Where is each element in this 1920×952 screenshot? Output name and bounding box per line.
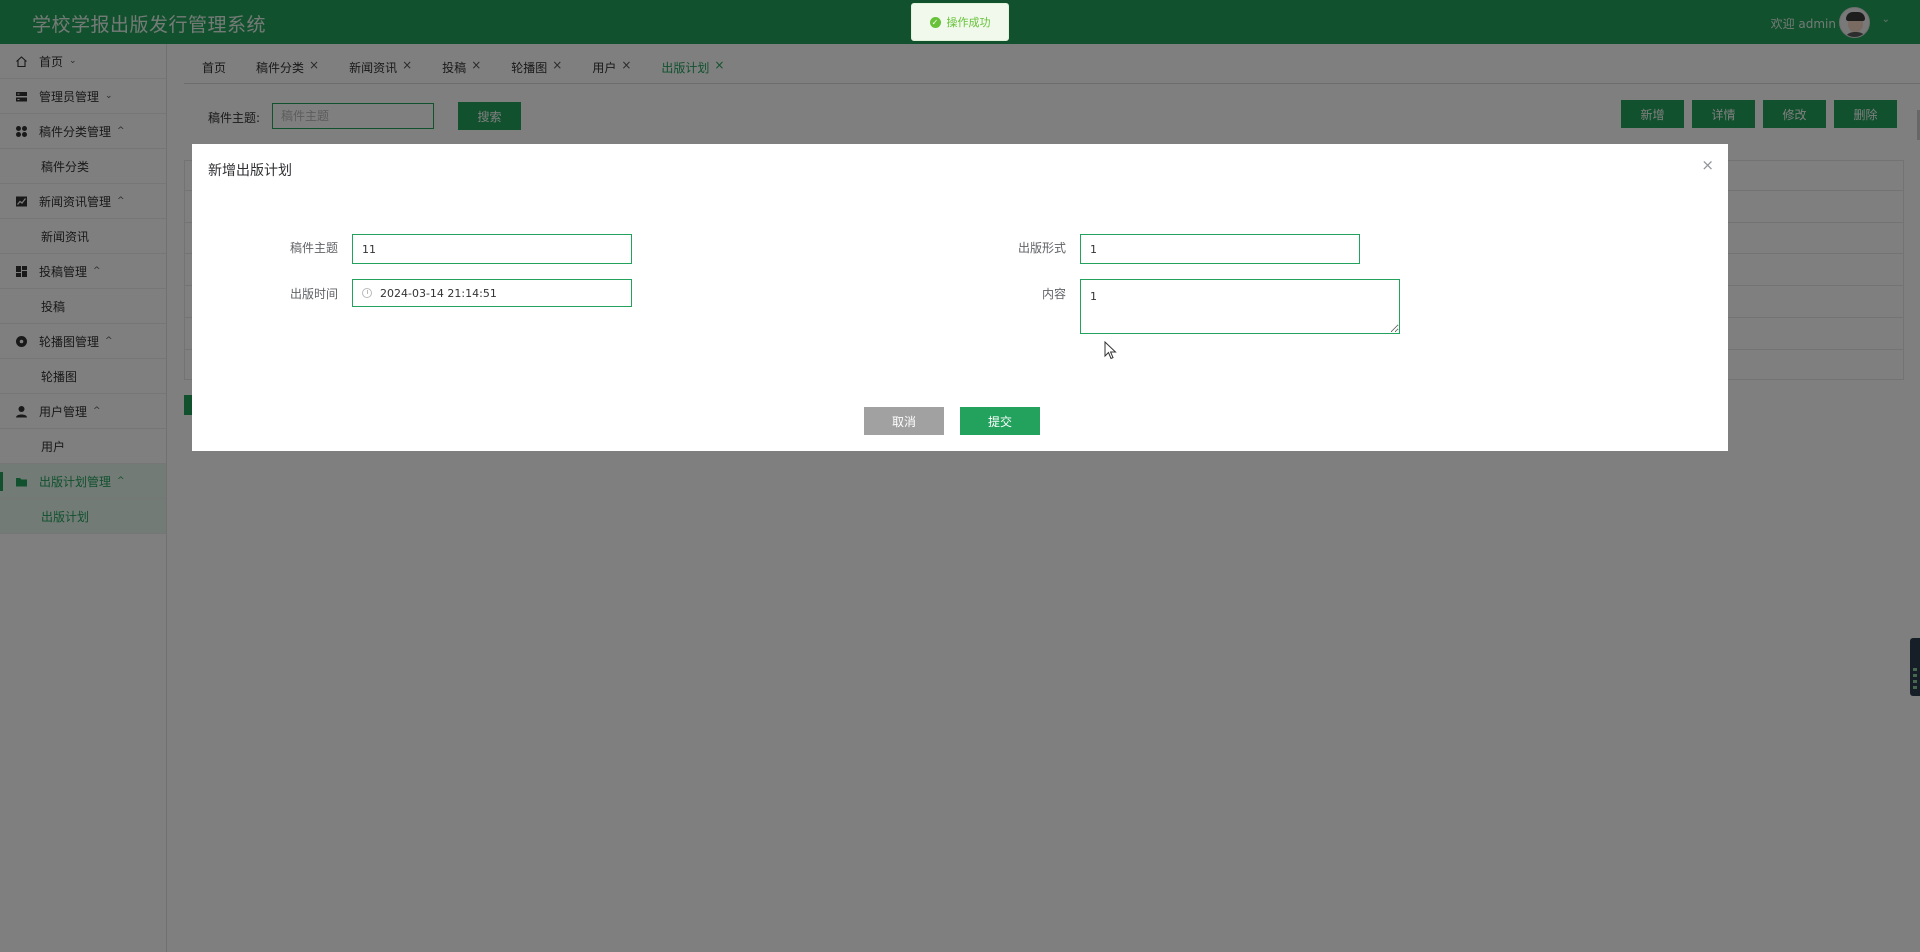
dialog-title: 新增出版计划 — [208, 163, 292, 179]
add-publish-plan-dialog: 新增出版计划 × 稿件主题 出版时间 2024-03-14 21:14:51 出… — [192, 144, 1728, 451]
publish-time-value: 2024-03-14 21:14:51 — [380, 286, 497, 300]
cancel-button[interactable]: 取消 — [864, 407, 944, 435]
subject-input[interactable] — [352, 234, 632, 264]
content-label: 内容 — [1041, 287, 1066, 301]
check-circle-icon: ✓ — [929, 16, 941, 28]
close-icon[interactable]: × — [1701, 158, 1714, 173]
success-toast: ✓ 操作成功 — [911, 3, 1009, 41]
publish-form-input[interactable] — [1080, 234, 1360, 264]
submit-button[interactable]: 提交 — [960, 407, 1040, 435]
mouse-cursor-icon — [1104, 341, 1117, 360]
publish-time-picker[interactable]: 2024-03-14 21:14:51 — [352, 279, 632, 307]
clock-icon — [362, 288, 372, 298]
toast-message: 操作成功 — [946, 16, 991, 29]
modal-overlay[interactable] — [0, 0, 1920, 952]
publish-form-label: 出版形式 — [1017, 241, 1066, 255]
content-textarea[interactable]: 1 — [1080, 279, 1400, 334]
subject-label: 稿件主题 — [289, 241, 338, 255]
publish-time-label: 出版时间 — [289, 287, 338, 301]
